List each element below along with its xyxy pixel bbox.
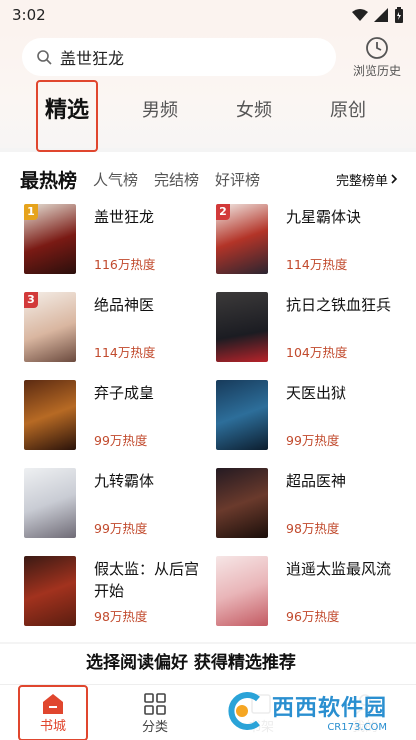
book-cover: [24, 468, 76, 538]
rank-badge: 1: [24, 204, 38, 220]
status-time: 3:02: [12, 6, 46, 24]
book-title: 绝品神医: [94, 296, 155, 314]
book-item[interactable]: 1 盖世狂龙 116万热度: [24, 204, 214, 276]
book-cover: [24, 380, 76, 450]
search-input[interactable]: 盖世狂龙: [60, 45, 124, 69]
book-title: 天医出狱: [286, 384, 347, 402]
book-heat: 99万热度: [286, 433, 340, 448]
full-ranking-label: 完整榜单: [335, 173, 388, 189]
battery-icon: [395, 7, 403, 23]
book-title: 九转霸体: [94, 472, 155, 490]
nav-bookstore[interactable]: 书城: [18, 685, 88, 740]
search-bar[interactable]: 盖世狂龙: [22, 38, 336, 76]
book-heat: 104万热度: [286, 345, 348, 360]
tab-original[interactable]: 原创: [330, 96, 366, 122]
full-ranking-link[interactable]: 完整榜单: [336, 170, 400, 189]
book-title: 超品医神: [286, 472, 347, 490]
rank-badge: 3: [24, 292, 38, 308]
tab-female[interactable]: 女频: [236, 96, 272, 122]
book-cover: [216, 556, 268, 626]
book-item[interactable]: 2 九星霸体诀 114万热度: [216, 204, 406, 276]
book-cover: 2: [216, 204, 268, 274]
book-cover: [216, 292, 268, 362]
book-title: 盖世狂龙: [94, 208, 155, 226]
nav-category[interactable]: 分类: [120, 685, 190, 740]
book-item[interactable]: 假太监：从后宫开始 98万热度: [24, 556, 214, 628]
book-title: 九星霸体诀: [286, 208, 362, 226]
ranking-title[interactable]: 最热榜: [20, 166, 77, 193]
category-tabs: 精选 男频 女频 原创: [0, 78, 416, 152]
tab-popularity[interactable]: 人气榜: [93, 169, 138, 190]
tab-completed[interactable]: 完结榜: [154, 169, 199, 190]
book-cover: [24, 556, 76, 626]
book-item[interactable]: 抗日之铁血狂兵 104万热度: [216, 292, 406, 364]
nav-category-label: 分类: [141, 719, 168, 735]
watermark-text: 西西软件园: [272, 695, 388, 721]
watermark-logo-icon: [228, 692, 260, 730]
book-cover: 3: [24, 292, 76, 362]
book-heat: 96万热度: [286, 609, 340, 624]
rank-badge: 2: [216, 204, 230, 220]
status-bar: 3:02: [0, 0, 416, 30]
book-heat: 114万热度: [94, 345, 156, 360]
book-item[interactable]: 逍遥太监最风流 96万热度: [216, 556, 406, 628]
ranking-section: 最热榜 人气榜 完结榜 好评榜 完整榜单 1 盖世狂龙 116万热度 2 九星霸…: [0, 152, 416, 642]
book-cover: [216, 380, 268, 450]
book-heat: 114万热度: [286, 257, 348, 272]
book-cover: 1: [24, 204, 76, 274]
book-cover: [216, 468, 268, 538]
book-heat: 116万热度: [94, 257, 156, 272]
book-item[interactable]: 3 绝品神医 114万热度: [24, 292, 214, 364]
book-item[interactable]: 超品医神 98万热度: [216, 468, 406, 540]
book-item[interactable]: 九转霸体 99万热度: [24, 468, 214, 540]
nav-bookstore-label: 书城: [39, 718, 66, 734]
book-title: 逍遥太监最风流: [286, 560, 392, 578]
header: 盖世狂龙 浏览历史 精选 男频 女频 原创: [0, 30, 416, 152]
book-title: 假太监：从后宫开始: [94, 560, 200, 600]
tab-male[interactable]: 男频: [142, 96, 178, 122]
book-heat: 98万热度: [286, 521, 340, 536]
history-label: 浏览历史: [352, 64, 401, 78]
wifi-icon: [352, 9, 368, 21]
home-icon: [43, 693, 63, 714]
watermark: 西西软件园 CR173.COM: [214, 686, 402, 736]
ranking-tabs: 最热榜 人气榜 完结榜 好评榜 完整榜单: [20, 164, 400, 194]
book-title: 抗日之铁血狂兵: [286, 296, 392, 314]
status-icons: [352, 7, 404, 23]
signal-icon: [374, 8, 388, 22]
history-button[interactable]: 浏览历史: [344, 36, 410, 80]
tab-featured[interactable]: 精选: [36, 80, 98, 152]
book-item[interactable]: 天医出狱 99万热度: [216, 380, 406, 452]
chevron-right-icon: [391, 174, 398, 184]
book-heat: 99万热度: [94, 433, 148, 448]
book-heat: 99万热度: [94, 521, 148, 536]
preference-banner-text: 选择阅读偏好 获得精选推荐: [86, 653, 296, 673]
book-heat: 98万热度: [94, 609, 148, 624]
book-title: 弃子成皇: [94, 384, 155, 402]
search-icon: [37, 50, 52, 65]
preference-banner[interactable]: 选择阅读偏好 获得精选推荐: [0, 644, 416, 684]
book-item[interactable]: 弃子成皇 99万热度: [24, 380, 214, 452]
clock-icon: [366, 37, 388, 59]
watermark-sub: CR173.COM: [327, 721, 388, 733]
tab-rating[interactable]: 好评榜: [215, 169, 260, 190]
grid-icon: [144, 692, 166, 715]
